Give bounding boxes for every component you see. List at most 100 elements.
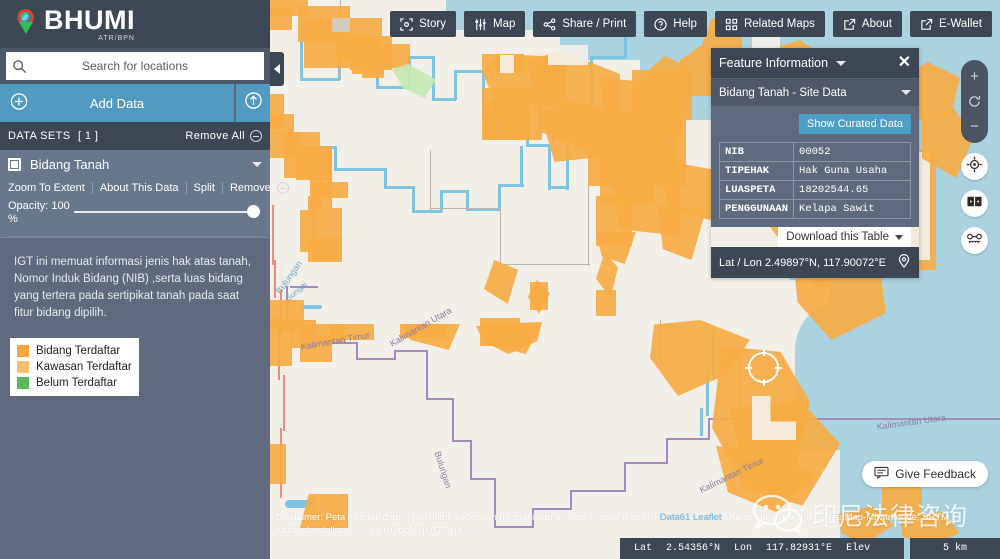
legend-label: Belum Terdaftar	[36, 377, 117, 389]
land-parcel[interactable]	[658, 206, 706, 260]
zoom-in-button[interactable]: +	[961, 64, 988, 89]
nav-button-help[interactable]: Help	[644, 11, 707, 37]
legend-swatch	[17, 377, 29, 389]
legend-item: Bidang Terdaftar	[17, 343, 132, 359]
legend-swatch	[17, 345, 29, 357]
table-row: LUASPETA 18202544.65	[718, 180, 911, 200]
land-parcel-grey[interactable]	[332, 18, 350, 32]
province-border	[470, 478, 496, 480]
province-border	[494, 478, 496, 528]
opacity-slider[interactable]	[74, 205, 260, 218]
chevron-down-icon[interactable]	[836, 60, 847, 66]
attribute-key: TIPEHAK	[718, 161, 795, 181]
chevron-down-icon[interactable]	[901, 90, 911, 95]
close-icon[interactable]: ✕	[898, 55, 911, 71]
land-parcel[interactable]	[882, 486, 922, 518]
nav-button-story[interactable]: Story	[390, 11, 456, 37]
feature-info-title: Feature Information	[719, 56, 829, 70]
province-border	[426, 350, 428, 400]
province-border	[570, 490, 572, 510]
province-border	[624, 462, 626, 492]
river	[334, 168, 386, 171]
river	[454, 70, 457, 100]
legend-swatch	[17, 361, 29, 373]
land-parcel[interactable]	[270, 8, 292, 30]
geolocate-button[interactable]	[961, 153, 988, 180]
show-curated-data-button[interactable]: Show Curated Data	[799, 114, 911, 134]
left-sidebar: BHUMI ATR/BPN Add Data	[0, 0, 289, 559]
feature-layer-select[interactable]: Bidang Tanah - Site Data	[711, 78, 919, 106]
dataset-visibility-checkbox[interactable]	[8, 157, 21, 171]
land-parcel[interactable]	[548, 45, 588, 65]
land-parcel[interactable]	[270, 318, 292, 366]
province-border	[494, 526, 534, 528]
nav-label: About	[861, 18, 892, 30]
datasets-header-label: DATA SETS [ 1 ]	[8, 130, 185, 142]
give-feedback-label: Give Feedback	[895, 467, 976, 481]
river	[498, 184, 501, 210]
measure-tool-button[interactable]	[961, 227, 988, 254]
land-parcel[interactable]	[270, 444, 286, 484]
nav-label: Story	[419, 18, 446, 30]
split-button[interactable]: Split	[187, 182, 223, 194]
nav-button-map[interactable]: Map	[463, 11, 526, 37]
location-pin-icon[interactable]	[897, 254, 911, 271]
river	[454, 70, 484, 73]
river	[408, 56, 434, 59]
legend-label: Bidang Terdaftar	[36, 345, 121, 357]
search-icon	[6, 59, 32, 74]
district-boundary	[500, 208, 501, 266]
feature-info-header: Feature Information ✕	[711, 48, 919, 78]
feature-attributes-table: NIB 00052 TIPEHAK Hak Guna Usaha LUASPET…	[718, 142, 911, 219]
scale-bar: 5 km	[910, 538, 1000, 559]
land-parcel[interactable]	[480, 318, 520, 332]
add-data-button[interactable]: Add Data	[0, 84, 234, 122]
search-box[interactable]	[6, 52, 264, 80]
province-border	[532, 508, 572, 510]
search-input[interactable]	[32, 59, 264, 73]
plus-circle-icon	[10, 93, 28, 114]
land-parcel[interactable]	[270, 114, 294, 134]
about-this-data-button[interactable]: About This Data	[93, 182, 187, 194]
land-parcel[interactable]	[362, 48, 384, 78]
chevron-down-icon[interactable]	[252, 161, 262, 167]
nav-button-about[interactable]: About	[832, 11, 902, 37]
external-link-icon	[843, 18, 856, 31]
upload-data-button[interactable]	[236, 84, 270, 122]
zoom-control-stack: + −	[961, 60, 988, 143]
land-parcel[interactable]	[530, 282, 548, 310]
dataset-title-row[interactable]: Bidang Tanah	[0, 150, 270, 178]
nav-button-share-print[interactable]: Share / Print	[533, 11, 637, 37]
zoom-out-button[interactable]: −	[961, 114, 988, 139]
province-border	[356, 358, 396, 360]
table-row: TIPEHAK Hak Guna Usaha	[718, 161, 911, 181]
land-parcel[interactable]	[596, 290, 616, 316]
give-feedback-button[interactable]: Give Feedback	[862, 461, 988, 487]
province-border	[452, 398, 454, 442]
sidebar-collapse-button[interactable]	[270, 52, 284, 86]
district-boundary	[588, 180, 589, 266]
map-legend: Bidang Terdaftar Kawasan Terdaftar Belum…	[10, 338, 139, 396]
nav-button-e-wallet[interactable]: E-Wallet	[909, 11, 992, 37]
land-parcel[interactable]	[308, 238, 342, 262]
feature-info-body: Show Curated Data NIB 00052 TIPEHAK Hak …	[711, 106, 919, 247]
remove-dataset-button[interactable]: Remove	[223, 182, 296, 194]
download-table-button[interactable]: Download this Table	[778, 227, 911, 247]
land-parcel-unregistered[interactable]	[392, 64, 436, 98]
province-border	[666, 438, 668, 464]
download-table-label: Download this Table	[786, 231, 889, 243]
slider-knob[interactable]	[247, 205, 260, 218]
add-data-label: Add Data	[89, 95, 145, 111]
chevron-down-icon	[895, 234, 903, 240]
attribute-value: Kelapa Sawit	[793, 199, 911, 219]
land-parcel[interactable]	[596, 232, 636, 264]
compare-split-button[interactable]	[961, 190, 988, 217]
zoom-to-extent-button[interactable]: Zoom To Extent	[8, 182, 93, 194]
table-row: PENGGUNAAN Kelapa Sawit	[718, 199, 911, 219]
remove-all-button[interactable]: Remove All	[185, 130, 262, 142]
land-parcel[interactable]	[482, 88, 542, 140]
land-parcel[interactable]	[484, 260, 518, 304]
land-parcel[interactable]	[500, 55, 514, 73]
nav-button-related-maps[interactable]: Related Maps	[714, 11, 825, 37]
reset-compass-icon[interactable]	[961, 89, 988, 114]
